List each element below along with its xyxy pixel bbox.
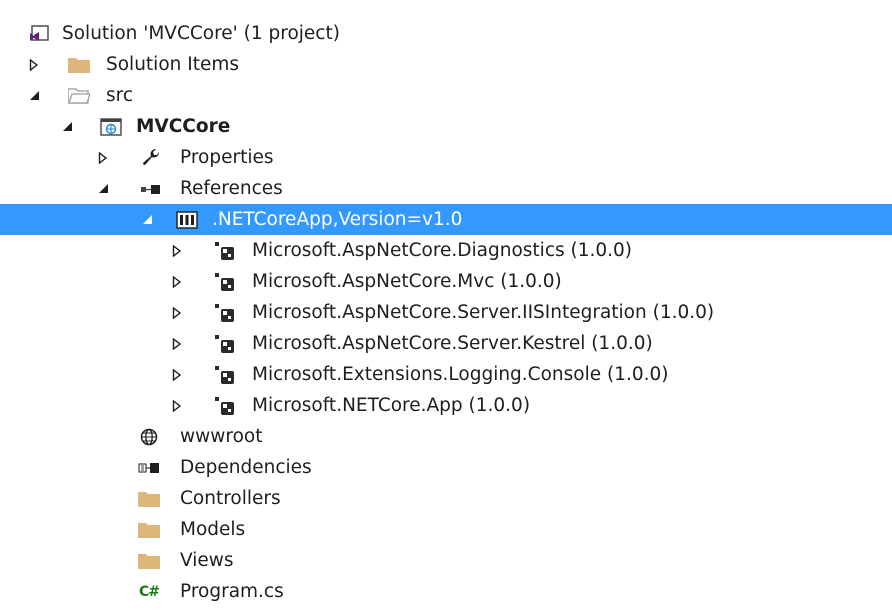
tree-item-package-iisintegration[interactable]: Microsoft.AspNetCore.Server.IISIntegrati… <box>0 297 892 328</box>
tree-item-label: Controllers <box>180 488 281 509</box>
tree-item-label: Microsoft.NETCore.App (1.0.0) <box>252 395 531 416</box>
tree-item-label: MVCCore <box>136 116 231 137</box>
tree-item-program-cs[interactable]: C# Program.cs <box>0 576 892 607</box>
tree-item-wwwroot[interactable]: wwwroot <box>0 421 892 452</box>
folder-open-icon <box>68 85 90 107</box>
vs-solution-icon <box>28 23 50 45</box>
tree-item-label: Microsoft.AspNetCore.Mvc (1.0.0) <box>252 271 562 292</box>
references-icon <box>140 178 162 200</box>
tree-item-package-kestrel[interactable]: Microsoft.AspNetCore.Server.Kestrel (1.0… <box>0 328 892 359</box>
dependencies-icon <box>138 457 160 479</box>
tree-item-label: Properties <box>180 147 274 168</box>
nuget-package-icon <box>214 302 236 324</box>
folder-icon <box>68 54 90 76</box>
tree-item-label: Microsoft.Extensions.Logging.Console (1.… <box>252 364 669 385</box>
collapse-arrow-icon[interactable] <box>27 89 41 103</box>
nuget-package-icon <box>214 395 236 417</box>
tree-item-properties[interactable]: Properties <box>0 142 892 173</box>
tree-item-models[interactable]: Models <box>0 514 892 545</box>
tree-item-label: wwwroot <box>180 426 263 447</box>
expand-arrow-icon[interactable] <box>96 151 110 165</box>
globe-icon <box>138 426 160 448</box>
nuget-package-icon <box>214 240 236 262</box>
expand-arrow-icon[interactable] <box>27 58 41 72</box>
tree-item-solution[interactable]: Solution 'MVCCore' (1 project) <box>0 18 892 49</box>
tree-item-package-mvc[interactable]: Microsoft.AspNetCore.Mvc (1.0.0) <box>0 266 892 297</box>
tree-item-label: Models <box>180 519 246 540</box>
nuget-package-icon <box>214 333 236 355</box>
tree-item-label: Microsoft.AspNetCore.Diagnostics (1.0.0) <box>252 240 633 261</box>
tree-item-src[interactable]: src <box>0 80 892 111</box>
nuget-package-icon <box>214 271 236 293</box>
tree-item-netcoreapp-framework[interactable]: .NETCoreApp,Version=v1.0 <box>0 204 892 235</box>
tree-item-references[interactable]: References <box>0 173 892 204</box>
tree-item-label: Solution 'MVCCore' (1 project) <box>62 23 340 44</box>
collapse-arrow-icon[interactable] <box>60 120 74 134</box>
tree-item-package-diagnostics[interactable]: Microsoft.AspNetCore.Diagnostics (1.0.0) <box>0 235 892 266</box>
solution-explorer-tree: Solution 'MVCCore' (1 project) Solution … <box>0 18 892 607</box>
tree-item-label: References <box>180 178 283 199</box>
folder-icon <box>138 550 160 572</box>
tree-item-solution-items[interactable]: Solution Items <box>0 49 892 80</box>
expand-arrow-icon[interactable] <box>170 337 184 351</box>
csharp-file-icon: C# <box>138 583 160 600</box>
tree-item-label: Microsoft.AspNetCore.Server.Kestrel (1.0… <box>252 333 653 354</box>
tree-item-label: .NETCoreApp,Version=v1.0 <box>212 209 463 230</box>
web-project-icon <box>100 116 122 138</box>
expand-arrow-icon[interactable] <box>170 306 184 320</box>
expand-arrow-icon[interactable] <box>170 399 184 413</box>
tree-item-label: src <box>106 85 134 106</box>
tree-item-label: Microsoft.AspNetCore.Server.IISIntegrati… <box>252 302 715 323</box>
expand-arrow-icon[interactable] <box>170 275 184 289</box>
wrench-icon <box>140 147 162 169</box>
collapse-arrow-icon[interactable] <box>96 182 110 196</box>
tree-item-package-logging-console[interactable]: Microsoft.Extensions.Logging.Console (1.… <box>0 359 892 390</box>
tree-item-package-netcore-app[interactable]: Microsoft.NETCore.App (1.0.0) <box>0 390 892 421</box>
tree-item-views[interactable]: Views <box>0 545 892 576</box>
expand-arrow-icon[interactable] <box>170 244 184 258</box>
tree-item-label: Program.cs <box>180 581 284 602</box>
framework-icon <box>176 209 198 231</box>
folder-icon <box>138 488 160 510</box>
tree-item-dependencies[interactable]: Dependencies <box>0 452 892 483</box>
tree-item-label: Solution Items <box>106 54 239 75</box>
tree-item-label: Dependencies <box>180 457 312 478</box>
expand-arrow-icon[interactable] <box>170 368 184 382</box>
nuget-package-icon <box>214 364 236 386</box>
folder-icon <box>138 519 160 541</box>
tree-item-mvccore-project[interactable]: MVCCore <box>0 111 892 142</box>
collapse-arrow-icon[interactable] <box>140 213 154 227</box>
tree-item-controllers[interactable]: Controllers <box>0 483 892 514</box>
tree-item-label: Views <box>180 550 234 571</box>
